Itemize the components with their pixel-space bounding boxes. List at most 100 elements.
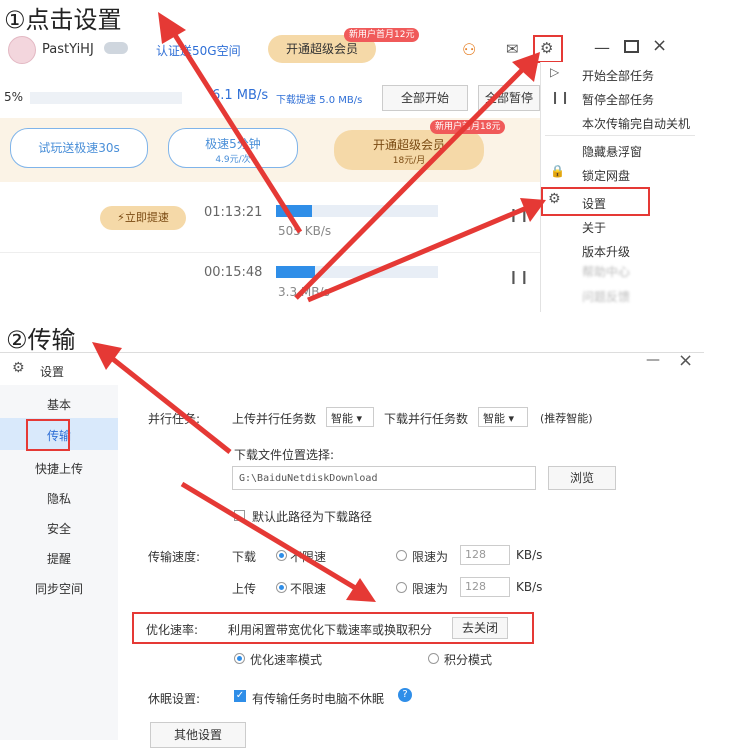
pause-all-button[interactable]: 全部暂停 [478,85,540,111]
upload-parallel-label: 上传并行任务数 [232,412,317,426]
menu-upgrade[interactable]: 版本升级 [582,243,630,260]
task-row-1-progress [276,205,438,217]
download-location-label: 下载文件位置选择: [234,448,335,462]
play-icon: ▷ [550,65,560,79]
close-icon[interactable]: × [652,35,667,56]
promo-badge: 新用户首月12元 [344,28,420,42]
nav-basic[interactable]: 基本 [0,396,118,413]
task-row-1-progress-fill [276,205,312,217]
upload-unlimited-radio[interactable] [276,582,287,593]
boost-5min-label: 极速5分钟 [205,137,261,151]
speed-label: 传输速度: [148,550,201,564]
menu-feedback[interactable]: 问题反馈 [582,288,630,305]
optimize-mode-radio[interactable] [234,653,245,664]
download-path-input[interactable]: G:\BaiduNetdiskDownload [232,466,536,490]
upload-limit-radio[interactable] [396,582,407,593]
annotation-transfer-box [26,419,70,451]
vip-big-label: 开通超级会员 [372,138,445,152]
browse-button[interactable]: 浏览 [548,466,616,490]
recommend-hint: (推荐智能) [540,412,593,425]
speed-percent: 5% [4,90,24,104]
lock-icon: 🔒 [550,164,565,178]
task-row-2-speed: 3.3 MB/s [278,285,330,299]
overall-progress-bar [30,92,182,104]
upload-limit-label: 限速为 [412,582,449,596]
task-row-2-pause-icon[interactable]: ❙❙ [508,270,530,285]
mail-icon[interactable]: ✉ [506,40,519,58]
download-limit-input[interactable]: 128 [460,545,510,565]
row-divider [0,252,545,253]
settings-window-title: 设置 [40,365,65,379]
task-row-2-progress [276,266,438,278]
menu-start-all[interactable]: 开始全部任务 [582,67,654,84]
download-parallel-label: 下载并行任务数 [384,412,469,426]
download-parallel-value: 智能 [483,412,505,425]
upload-limit-unit: KB/s [516,580,543,594]
help-icon[interactable]: ? [398,688,412,702]
username[interactable]: PastYiHJ [42,42,94,57]
menu-lock-disk[interactable]: 锁定网盘 [582,167,630,184]
boost-5min-button[interactable]: 极速5分钟 4.9元/次 [168,128,298,168]
sleep-checkbox[interactable]: ✓ [234,690,246,702]
task-row-1-pause-icon[interactable]: ❙❙ [508,208,530,223]
game-icon[interactable]: ⚇ [462,40,476,59]
arrow-head-caption-1 [158,12,186,44]
start-all-button[interactable]: 全部开始 [382,85,468,111]
task-row-1-time: 01:13:21 [204,205,263,220]
optimize-close-button[interactable]: 去关闭 [452,617,508,639]
speed-value: 6.1 MB/s [212,88,269,103]
gift-space-link[interactable]: 认证送50G空间 [156,42,241,59]
vip-big-badge: 新用户首月18元 [430,120,506,134]
step2-caption: ②传输 [6,326,76,354]
download-limit-radio[interactable] [396,550,407,561]
minimize-icon[interactable]: — [594,38,610,57]
vip-big-button[interactable]: 开通超级会员 18元/月 [334,130,484,170]
menu-auto-shutdown[interactable]: 本次传输完自动关机 [582,115,690,132]
menu-hide-float[interactable]: 隐藏悬浮窗 [582,143,642,160]
instant-boost-button[interactable]: ⚡立即提速 [100,206,186,230]
download-unlimited-label: 不限速 [290,550,327,564]
default-path-checkbox[interactable] [234,510,245,521]
vip-big-price: 18元/月 [392,156,426,166]
pause-icon: ❙❙ [550,90,571,104]
nav-security[interactable]: 安全 [0,520,118,537]
step1-caption: ①点击设置 [4,6,122,34]
download-unlimited-radio[interactable] [276,550,287,561]
upload-parallel-value: 智能 [331,412,353,425]
task-row-2-progress-fill [276,266,315,278]
download-limit-unit: KB/s [516,548,543,562]
default-path-label: 默认此路径为下载路径 [252,510,373,524]
nav-sync-space[interactable]: 同步空间 [0,580,118,597]
upload-parallel-select[interactable]: 智能 ▾ [326,407,374,427]
optimize-mode-label: 优化速率模式 [250,653,323,667]
instant-boost-label: 立即提速 [124,211,169,224]
upload-limit-input[interactable]: 128 [460,577,510,597]
nav-quick-upload[interactable]: 快捷上传 [0,460,118,477]
sleep-label: 休眠设置: [148,692,201,706]
trial-boost-button[interactable]: 试玩送极速30s [10,128,148,168]
settings-minimize-icon[interactable]: — [646,352,660,368]
cloud-icon [104,42,128,54]
task-row-2-time: 00:15:48 [204,265,263,280]
maximize-icon[interactable] [624,40,639,53]
points-mode-radio[interactable] [428,653,439,664]
nav-privacy[interactable]: 隐私 [0,490,118,507]
nav-reminder[interactable]: 提醒 [0,550,118,567]
settings-close-icon[interactable]: × [678,350,693,371]
speed-boost: 下载提速 5.0 MB/s [276,95,363,106]
menu-divider [545,135,695,136]
annotation-settings-box [533,35,563,63]
menu-about[interactable]: 关于 [582,219,606,236]
upload-unlimited-label: 不限速 [290,582,327,596]
menu-help[interactable]: 帮助中心 [582,263,630,280]
download-parallel-select[interactable]: 智能 ▾ [478,407,528,427]
download-speed-label: 下载 [232,550,257,564]
points-mode-label: 积分模式 [444,653,493,667]
avatar[interactable] [8,36,36,64]
other-settings-button[interactable]: 其他设置 [150,722,246,748]
optimize-text: 利用闲置带宽优化下载速率或换取积分 [228,623,433,637]
parallel-label: 并行任务: [148,412,201,426]
menu-pause-all[interactable]: 暂停全部任务 [582,91,654,108]
annotation-menu-settings-box [541,187,650,216]
boost-5min-price: 4.9元/次 [215,155,251,165]
